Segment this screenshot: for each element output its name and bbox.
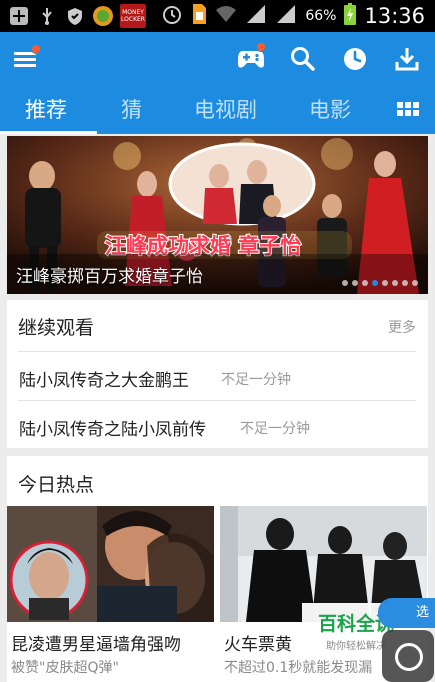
status-bar: MONEY LOCKER 66% 13:36 [0, 0, 435, 32]
shield-icon [64, 5, 86, 27]
carousel-dot [372, 280, 378, 286]
tab-tv-series[interactable]: 电视剧 [194, 94, 257, 124]
continue-watching-more-link[interactable]: 更多 [388, 317, 416, 337]
app-badge-icon [92, 5, 114, 27]
search-icon [291, 47, 315, 71]
menu-notification-dot [31, 44, 41, 54]
continue-watching-card: 继续观看 更多 陆小凤传奇之大金鹏王 不足一分钟 陆小凤传奇之陆小凤前传 不足一… [7, 300, 428, 448]
carousel-dot [402, 280, 408, 286]
tab-movies[interactable]: 电影 [309, 94, 351, 124]
continue-watching-item[interactable]: 陆小凤传奇之陆小凤前传 不足一分钟 [18, 400, 416, 449]
carousel-dot [382, 280, 388, 286]
floating-assist-button[interactable]: 选 [378, 598, 435, 682]
active-tab-indicator [0, 131, 97, 134]
category-tabs: 推荐 猜 电视剧 电影 [0, 88, 435, 134]
app-bar [0, 32, 435, 88]
tab-guess[interactable]: 猜 [121, 94, 142, 124]
hot-item-title: 火车票黄 [224, 635, 292, 655]
hot-item-thumbnail [7, 506, 214, 622]
usb-icon [36, 5, 58, 27]
download-icon [395, 48, 419, 71]
game-button[interactable] [237, 42, 266, 74]
watch-progress: 不足一分钟 [221, 372, 291, 388]
sim-card-icon [191, 3, 207, 29]
game-notification-dot [256, 42, 266, 52]
hot-item[interactable]: 昆凌遭男星逼墙角强吻 被赞"皮肤超Q弹" [7, 506, 214, 682]
more-channels-icon[interactable] [397, 102, 419, 118]
hot-item-title: 昆凌遭男星逼墙角强吻 [11, 635, 181, 655]
signal-icon-2 [275, 4, 297, 28]
add-notification-icon [8, 5, 30, 27]
carousel-dot [412, 280, 418, 286]
alarm-icon [161, 3, 183, 29]
history-clock-icon [344, 48, 366, 70]
battery-percent: 66% [305, 8, 337, 24]
menu-button[interactable] [14, 44, 41, 72]
history-button[interactable] [341, 44, 369, 74]
carousel-dot [392, 280, 398, 286]
carousel-dot [342, 280, 348, 286]
featured-banner[interactable]: 汪峰成功求婚 章子怡 汪峰豪掷百万求婚章子怡 [7, 136, 428, 294]
money-locker-icon: MONEY LOCKER [120, 4, 146, 28]
floating-tag[interactable]: 选 [378, 598, 435, 628]
hot-today-title: 今日热点 [18, 474, 95, 496]
signal-icon [245, 4, 267, 28]
assistive-touch-icon[interactable] [382, 630, 434, 682]
watch-progress: 不足一分钟 [240, 421, 310, 437]
hot-item-subtitle: 不超过0.1秒就能发现漏 [224, 660, 373, 676]
video-title: 陆小凤传奇之大金鹏王 [19, 371, 189, 391]
continue-watching-title: 继续观看 [18, 317, 95, 339]
carousel-indicator [342, 280, 418, 286]
video-title: 陆小凤传奇之陆小凤前传 [19, 420, 206, 440]
continue-watching-item[interactable]: 陆小凤传奇之大金鹏王 不足一分钟 [18, 351, 416, 400]
download-button[interactable] [393, 44, 421, 74]
clock-time: 13:36 [364, 4, 425, 28]
battery-charging-icon [344, 3, 357, 29]
carousel-dot [362, 280, 368, 286]
hot-item-subtitle: 被赞"皮肤超Q弹" [11, 660, 119, 676]
wifi-icon [215, 4, 237, 28]
tab-recommend[interactable]: 推荐 [25, 94, 67, 124]
search-button[interactable] [289, 44, 317, 74]
banner-caption: 汪峰豪掷百万求婚章子怡 [16, 267, 203, 287]
carousel-dot [352, 280, 358, 286]
